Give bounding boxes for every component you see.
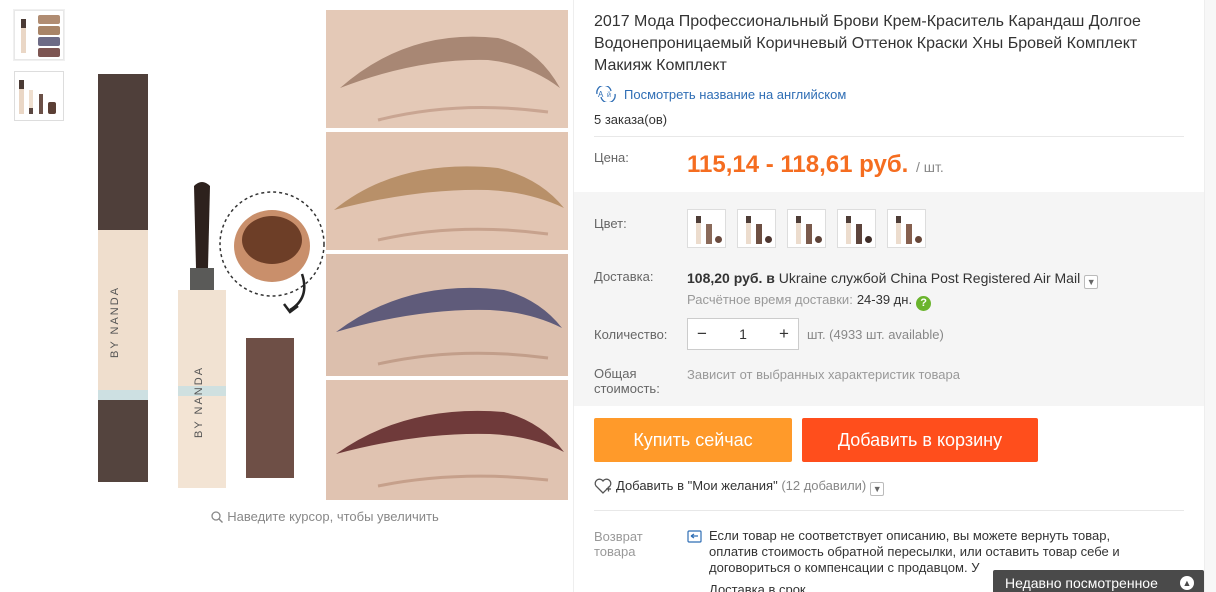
- thumbnail-1[interactable]: [14, 10, 64, 60]
- quantity-decrease-button[interactable]: −: [688, 319, 716, 349]
- return-label: Возврат товара: [594, 529, 643, 559]
- pencil-cap-graphic: [98, 74, 148, 230]
- shipping-cost: 108,20 руб.: [687, 270, 763, 286]
- pencil-end-graphic: [98, 400, 148, 482]
- cap-graphic: [246, 338, 294, 478]
- thumbnail-pen-graphic: [21, 19, 26, 53]
- thumbnail-brow-graphic: [38, 48, 60, 57]
- shipping-carrier: China Post Registered Air Mail: [890, 270, 1081, 286]
- thumbnail-list: [14, 10, 64, 132]
- total-value: Зависит от выбранных характеристик товар…: [687, 367, 960, 382]
- thumbnail-brow-graphic: [38, 15, 60, 24]
- magnifier-icon: [211, 511, 224, 523]
- thumbnail-cap-graphic: [48, 102, 56, 114]
- eta-label: Расчётное время доставки:: [687, 292, 853, 307]
- quantity-label: Количество:: [594, 327, 668, 342]
- zoom-hint-text: Наведите курсор, чтобы увеличить: [227, 509, 439, 524]
- product-details: 2017 Мода Профессиональный Брови Крем-Кр…: [574, 0, 1204, 592]
- chevron-down-icon[interactable]: ▼: [870, 482, 885, 496]
- orders-count: 5 заказа(ов): [594, 112, 668, 127]
- shipping-country: Ukraine: [778, 270, 828, 286]
- shipping-by-word: службой: [830, 270, 887, 286]
- thumbnail-brow-graphic: [38, 26, 60, 35]
- translate-link-text[interactable]: Посмотреть название на английском: [624, 87, 846, 102]
- product-illustration: BY NANDA BY NANDA: [98, 10, 568, 500]
- thumbnail-pen-graphic: [19, 80, 24, 114]
- brow-panel-1: [326, 10, 568, 128]
- return-policy: Если товар не соответствует описанию, вы…: [687, 528, 1137, 576]
- shipping-label: Доставка:: [594, 269, 654, 284]
- return-icon: [687, 530, 702, 543]
- translate-icon: A й: [596, 86, 616, 102]
- help-icon[interactable]: ?: [916, 296, 932, 311]
- quantity-increase-button[interactable]: +: [770, 319, 798, 349]
- color-label: Цвет:: [594, 216, 627, 231]
- recently-viewed-bar[interactable]: Недавно посмотренное ▲: [993, 570, 1204, 592]
- add-to-cart-button[interactable]: Добавить в корзину: [802, 418, 1038, 462]
- translate-link[interactable]: A й Посмотреть название на английском: [594, 86, 846, 102]
- brush-tip-graphic: [194, 182, 210, 268]
- heart-plus-icon: [594, 478, 612, 494]
- shipping-info[interactable]: 108,20 руб. в Ukraine службой China Post…: [687, 270, 1099, 289]
- eta-value: 24-39 дн.: [856, 292, 913, 307]
- wishlist-count: (12 добавили): [781, 478, 867, 493]
- price-value: 115,14 - 118,61 руб.: [687, 151, 909, 178]
- shipping-to-word: в: [766, 270, 775, 286]
- brush-ferrule-graphic: [190, 268, 214, 290]
- delivery-estimate: Расчётное время доставки: 24-39 дн.?: [687, 292, 932, 311]
- color-swatch-5[interactable]: [887, 209, 926, 248]
- brand-text-1: BY NANDA: [109, 286, 121, 358]
- color-swatch-4[interactable]: [837, 209, 876, 248]
- price-label: Цена:: [594, 150, 629, 165]
- chevron-down-icon[interactable]: ▼: [1084, 275, 1099, 289]
- divider: [594, 136, 1184, 137]
- thumbnail-pen-graphic: [29, 90, 33, 114]
- price-unit: / шт.: [916, 159, 944, 175]
- brow-panel-3: [326, 254, 568, 376]
- svg-text:й: й: [607, 91, 611, 99]
- thumbnail-2[interactable]: [14, 71, 64, 121]
- delivery-guarantee: Доставка в срок: [709, 582, 806, 592]
- divider: [594, 510, 1184, 511]
- brow-panel-2: [326, 132, 568, 250]
- return-policy-text: Если товар не соответствует описанию, вы…: [709, 528, 1120, 575]
- brow-panel-4: [326, 380, 568, 500]
- color-swatch-2[interactable]: [737, 209, 776, 248]
- buy-now-button[interactable]: Купить сейчас: [594, 418, 792, 462]
- color-swatch-1[interactable]: [687, 209, 726, 248]
- svg-text:A: A: [598, 90, 604, 99]
- wishlist-text[interactable]: Добавить в "Мои желания": [616, 478, 778, 493]
- pencil-body-graphic: [98, 230, 148, 390]
- color-swatches: [687, 209, 926, 248]
- chevron-up-icon: ▲: [1180, 576, 1194, 590]
- scrollbar-track[interactable]: [1204, 0, 1216, 592]
- pencil-ring-graphic: [98, 390, 148, 400]
- jar-cream-graphic: [242, 216, 302, 264]
- main-product-image[interactable]: BY NANDA BY NANDA: [78, 8, 572, 504]
- quantity-input[interactable]: [716, 319, 770, 349]
- total-label: Общая стоимость:: [594, 366, 660, 396]
- zoom-hint: Наведите курсор, чтобы увеличить: [78, 509, 572, 524]
- color-swatch-3[interactable]: [787, 209, 826, 248]
- wishlist-link[interactable]: Добавить в "Мои желания" (12 добавили) ▼: [594, 478, 885, 496]
- quantity-available: шт. (4933 шт. available): [807, 327, 944, 342]
- thumbnail-tube-graphic: [39, 94, 43, 114]
- product-title: 2017 Мода Профессиональный Брови Крем-Кр…: [594, 13, 1141, 74]
- thumbnail-brow-graphic: [38, 37, 60, 46]
- quantity-stepper: − +: [687, 318, 799, 350]
- recently-viewed-text: Недавно посмотренное: [1005, 575, 1158, 591]
- brand-text-2: BY NANDA: [193, 366, 205, 438]
